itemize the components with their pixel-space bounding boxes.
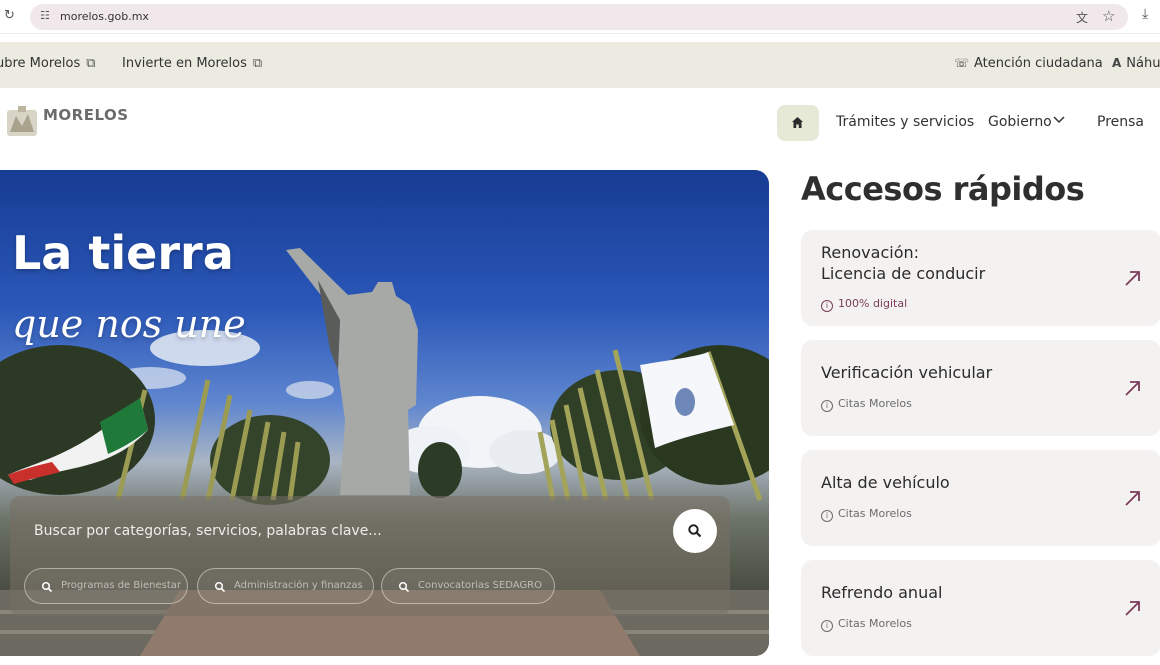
card-tag: i 100% digital xyxy=(821,297,907,312)
nav-prensa[interactable]: Prensa xyxy=(1097,114,1144,130)
address-bar[interactable]: ☷ morelos.gob.mx 文 ☆ xyxy=(30,4,1128,30)
language-label: Náhu xyxy=(1126,56,1160,71)
hero-subtitle: que nos une xyxy=(12,302,246,346)
search-input[interactable]: Buscar por categorías, servicios, palabr… xyxy=(34,523,382,539)
info-icon: i xyxy=(821,510,833,522)
search-icon xyxy=(214,581,226,593)
card-tag-label: Citas Morelos xyxy=(838,397,912,410)
arrow-up-right-icon xyxy=(1125,601,1140,616)
card-tag-label: Citas Morelos xyxy=(838,617,912,630)
card-tag: i Citas Morelos xyxy=(821,397,912,412)
card-tag: i Citas Morelos xyxy=(821,617,912,632)
quick-access-title: Accesos rápidos xyxy=(801,170,1085,208)
translate-icon[interactable]: 文 xyxy=(1076,9,1088,26)
sobre-morelos-link[interactable]: ubre Morelos ⧉ xyxy=(0,56,96,71)
quick-access-card-verificacion[interactable]: Verificación vehicular i Citas Morelos xyxy=(801,340,1160,436)
quick-access-card-refrendo[interactable]: Refrendo anual i Citas Morelos xyxy=(801,560,1160,656)
arrow-up-right-icon xyxy=(1125,491,1140,506)
top-strip: ubre Morelos ⧉ Invierte en Morelos ⧉ ☏ Aten… xyxy=(0,42,1160,88)
site-info-icon[interactable]: ☷ xyxy=(40,9,50,22)
chip-label: Administración y finanzas xyxy=(234,580,363,591)
card-tag: i Citas Morelos xyxy=(821,507,912,522)
language-link[interactable]: 𝗔 Náhu xyxy=(1112,56,1160,71)
chip-programas[interactable]: Programas de Bienestar xyxy=(24,568,188,604)
chip-label: Programas de Bienestar xyxy=(61,580,182,591)
card-title: Refrendo anual xyxy=(821,583,943,602)
card-tag-label: 100% digital xyxy=(838,297,908,310)
search-button[interactable] xyxy=(673,509,717,553)
search-icon xyxy=(398,581,410,593)
quick-access-card-renovacion[interactable]: Renovación: Licencia de conducir i 100% d… xyxy=(801,230,1160,326)
chip-convocatorias[interactable]: Convocatorias SEDAGRO xyxy=(381,568,555,604)
atencion-ciudadana-link[interactable]: ☏ Atención ciudadana xyxy=(954,56,1103,71)
external-link-icon: ⧉ xyxy=(86,56,96,71)
download-icon[interactable]: ⤓ xyxy=(1142,6,1148,22)
chip-administracion[interactable]: Administración y finanzas xyxy=(197,568,374,604)
language-icon: 𝗔 xyxy=(1112,56,1122,70)
arrow-up-right-icon xyxy=(1125,271,1140,286)
atencion-label: Atención ciudadana xyxy=(974,56,1103,71)
quick-access-card-alta[interactable]: Alta de vehículo i Citas Morelos xyxy=(801,450,1160,546)
morelos-emblem-icon xyxy=(7,106,37,136)
card-tag-label: Citas Morelos xyxy=(838,507,912,520)
sobre-morelos-label: ubre Morelos xyxy=(0,56,81,71)
chip-label: Convocatorias SEDAGRO xyxy=(418,580,542,591)
hero-title: La tierra xyxy=(12,226,234,280)
chevron-down-icon[interactable] xyxy=(1052,115,1066,125)
home-icon xyxy=(792,117,803,128)
logo-title: MORELOS xyxy=(43,106,129,124)
hero-banner: La tierra que nos une Buscar por categor… xyxy=(0,170,769,656)
external-link-icon: ⧉ xyxy=(252,56,263,71)
bookmark-star-icon[interactable]: ☆ xyxy=(1102,7,1115,25)
card-title: Verificación vehicular xyxy=(821,363,993,382)
nav-gobierno[interactable]: Gobierno xyxy=(988,114,1052,130)
info-icon: i xyxy=(821,620,833,632)
search-icon xyxy=(688,524,702,538)
support-icon: ☏ xyxy=(954,56,970,70)
arrow-up-right-icon xyxy=(1125,381,1140,396)
reload-icon[interactable]: ↻ xyxy=(4,8,15,23)
card-title: Renovación: Licencia de conducir xyxy=(821,243,986,283)
nav-tramites[interactable]: Trámites y servicios xyxy=(836,114,974,130)
url-text: morelos.gob.mx xyxy=(60,10,149,23)
browser-toolbar: ↻ ☷ morelos.gob.mx 文 ☆ ⤓ xyxy=(0,0,1160,34)
search-icon xyxy=(41,581,53,593)
info-icon: i xyxy=(821,400,833,412)
search-panel: Buscar por categorías, servicios, palabr… xyxy=(10,496,730,616)
invierte-link[interactable]: Invierte en Morelos ⧉ xyxy=(122,56,262,71)
home-button[interactable] xyxy=(777,105,819,141)
invierte-label: Invierte en Morelos xyxy=(122,56,247,71)
info-icon: i xyxy=(821,300,833,312)
card-title: Alta de vehículo xyxy=(821,473,950,492)
